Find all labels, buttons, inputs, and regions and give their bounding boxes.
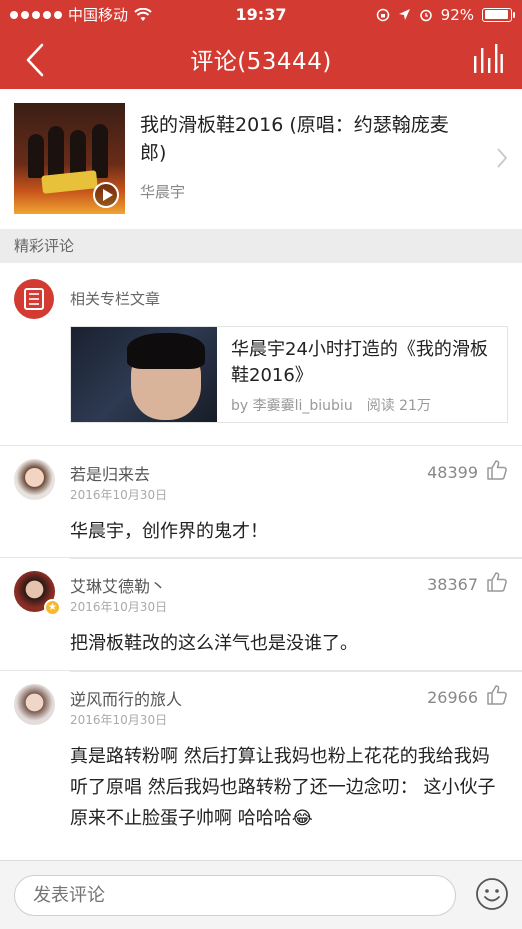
article-thumbnail [71,327,217,422]
battery-fill [484,10,508,19]
emoji-icon[interactable] [474,876,510,912]
top-bar: 中国移动 19:37 92% 评论(53444) [0,0,522,89]
comment-text: 真是路转粉啊 然后打算让我妈也粉上花花的我给我妈听了原唱 然后我妈也路转粉了还一… [70,746,496,829]
article-reads: 阅读 21万 [366,398,431,414]
comment-input-bar [0,860,522,929]
album-cover[interactable] [14,103,125,214]
comment-username[interactable]: 艾琳艾德勒丶 [70,573,166,597]
like-count: 48399 [427,463,478,482]
comment-input[interactable] [14,875,456,916]
thumbs-up-icon[interactable] [486,684,508,706]
article-icon [14,279,54,319]
article-title: 华晨宇24小时打造的《我的滑板鞋2016》 [231,339,488,386]
song-artist: 华晨宇 [140,183,186,201]
chevron-right-icon [497,148,508,168]
status-bar: 中国移动 19:37 92% [0,0,522,29]
comment-date: 2016年10月30日 [70,713,168,727]
bar-chart-icon[interactable] [472,42,504,76]
like-count: 38367 [427,575,478,594]
song-title: 我的滑板鞋2016 (原唱：约瑟翰庞麦郎) [140,114,449,164]
star-badge-icon: ★ [44,599,61,616]
thumbs-up-icon[interactable] [486,571,508,593]
comment-date: 2016年10月30日 [70,488,168,502]
section-header: 精彩评论 [0,229,522,263]
status-time: 19:37 [235,5,287,24]
comment-item: ★ 艾琳艾德勒丶 2016年10月30日 38367 把滑板鞋改的这么洋气也是没… [0,557,522,670]
avatar[interactable] [14,684,55,725]
comment-text: 把滑板鞋改的这么洋气也是没谁了。 [70,633,358,654]
avatar[interactable] [14,459,55,500]
related-label: 相关专栏文章 [70,290,161,308]
song-card[interactable]: 我的滑板鞋2016 (原唱：约瑟翰庞麦郎) 华晨宇 [0,89,522,229]
related-articles: 相关专栏文章 华晨宇24小时打造的《我的滑板鞋2016》 by 李嫑嫑li_bi… [0,263,522,445]
comment-list: 若是归来去 2016年10月30日 48399 华晨宇，创作界的鬼才！ ★ 艾琳… [0,445,522,860]
back-button[interactable] [18,41,52,79]
page-title: 评论(53444) [190,49,332,75]
battery-icon [482,7,515,22]
thumbs-up-icon[interactable] [486,459,508,481]
play-icon[interactable] [93,182,119,208]
nav-bar: 评论(53444) [0,29,522,89]
comment-username[interactable]: 逆风而行的旅人 [70,686,182,710]
comment-item: 若是归来去 2016年10月30日 48399 华晨宇，创作界的鬼才！ [0,445,522,557]
like-count: 26966 [427,688,478,707]
comment-date: 2016年10月30日 [70,600,168,614]
article-meta: by 李嫑嫑li_biubiu 阅读 21万 [231,395,431,415]
article-author: by 李嫑嫑li_biubiu [231,398,353,414]
comment-text: 华晨宇，创作界的鬼才！ [70,521,268,542]
comment-item: 逆风而行的旅人 2016年10月30日 26966 真是路转粉啊 然后打算让我妈… [0,670,522,860]
article-card[interactable]: 华晨宇24小时打造的《我的滑板鞋2016》 by 李嫑嫑li_biubiu 阅读… [70,326,508,423]
comment-username[interactable]: 若是归来去 [70,461,150,485]
